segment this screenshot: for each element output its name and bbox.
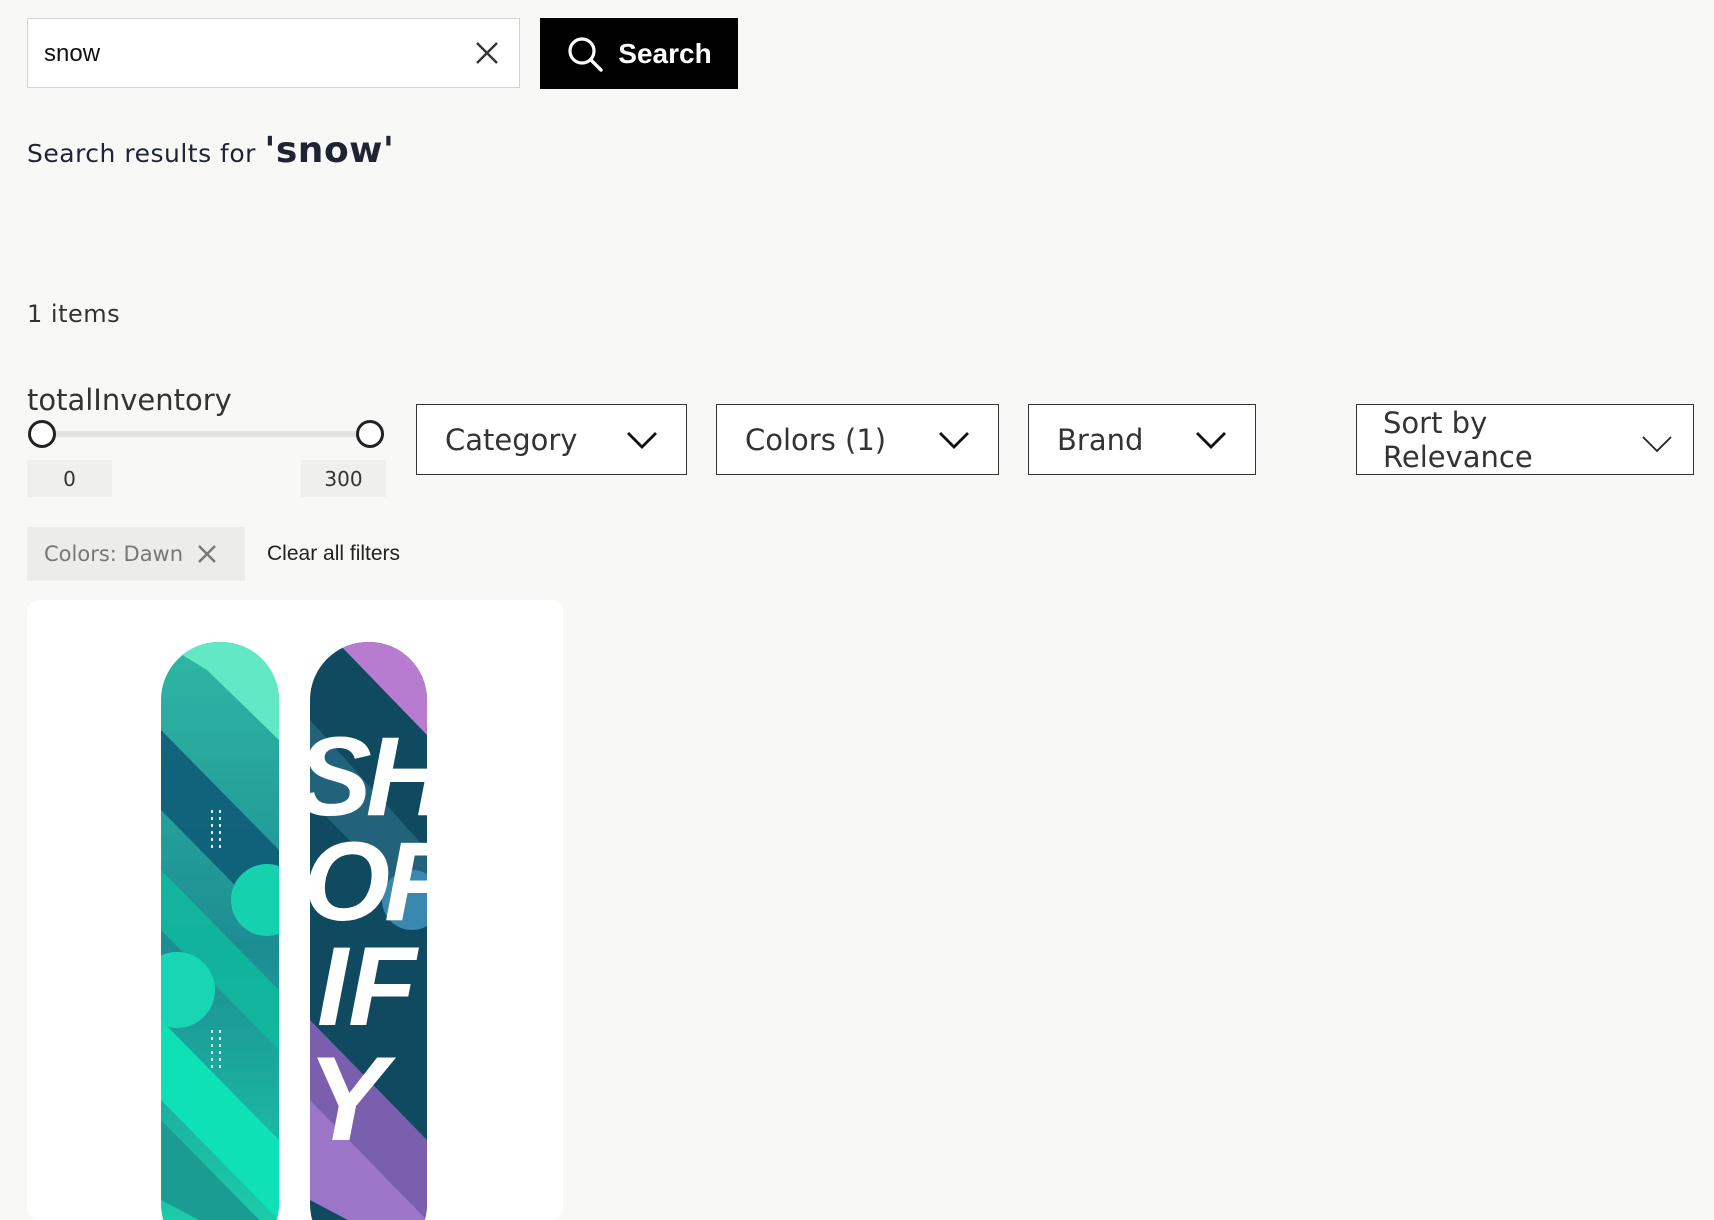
sort-dropdown-label: Sort by Relevance (1383, 405, 1533, 474)
category-dropdown-label: Category (445, 422, 578, 457)
results-prefix: Search results for (27, 139, 265, 168)
search-icon (568, 36, 603, 72)
search-field (27, 18, 520, 89)
clear-all-filters-link[interactable]: Clear all filters (267, 542, 400, 566)
inventory-slider-label: totalInventory (27, 383, 232, 417)
svg-text:IF: IF (317, 924, 419, 1049)
sort-dropdown[interactable]: Sort by Relevance (1356, 404, 1694, 475)
active-filter-label: Colors: Dawn (44, 542, 184, 566)
search-button-label: Search (618, 37, 712, 69)
product-card[interactable]: SH OP IF Y (27, 600, 563, 1220)
active-filter-chip: Colors: Dawn (27, 527, 245, 581)
brand-dropdown[interactable]: Brand (1028, 404, 1256, 475)
results-heading: Search results for 'snow' (27, 130, 394, 171)
slider-min-handle[interactable] (28, 420, 56, 448)
search-button[interactable]: Search (540, 18, 738, 89)
category-dropdown[interactable]: Category (416, 404, 687, 475)
snowboard-image: SH OP IF Y (161, 642, 427, 1220)
chevron-down-icon (1196, 431, 1226, 449)
slider-min-value: 0 (27, 460, 112, 497)
colors-dropdown-label: Colors (1) (745, 422, 887, 457)
slider-max-value: 300 (301, 460, 386, 497)
items-count: 1 items (27, 300, 121, 328)
inventory-slider-track[interactable] (42, 431, 372, 437)
clear-search-icon[interactable] (473, 39, 501, 67)
colors-dropdown[interactable]: Colors (1) (716, 404, 999, 475)
chevron-down-icon (939, 431, 969, 449)
results-query: 'snow' (264, 130, 395, 171)
remove-filter-icon[interactable] (197, 544, 217, 564)
search-input[interactable] (42, 19, 466, 89)
chevron-down-icon (1642, 435, 1672, 452)
brand-dropdown-label: Brand (1057, 422, 1144, 457)
slider-max-handle[interactable] (356, 420, 384, 448)
chevron-down-icon (627, 431, 657, 449)
svg-text:Y: Y (307, 1032, 397, 1166)
